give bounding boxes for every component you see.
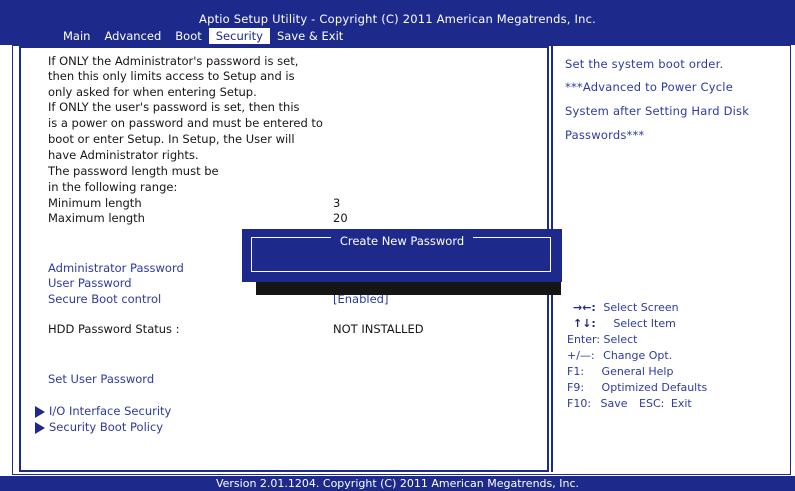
secure-boot-item[interactable]: Secure Boot control (48, 293, 161, 306)
info-line-6: boot or enter Setup. In Setup, the User … (48, 132, 295, 146)
tab-advanced[interactable]: Advanced (97, 28, 168, 44)
admin-password-item[interactable]: Administrator Password (48, 262, 184, 275)
up-down-arrows-icon: ↑↓: (573, 317, 596, 330)
info-line-9: in the following range: (48, 180, 178, 194)
key-help-select-item: ↑↓: Select Item (573, 317, 676, 330)
help-line-4: Passwords*** (565, 128, 645, 142)
hdd-status-label: HDD Password Status : (48, 322, 180, 336)
tab-main[interactable]: Main (56, 28, 97, 44)
dialog-title: Create New Password (330, 234, 474, 248)
max-length-label: Maximum length (48, 211, 145, 225)
tab-security[interactable]: Security (208, 28, 270, 44)
security-boot-policy-label: Security Boot Policy (49, 420, 164, 434)
version-text: Version 2.01.1204. Copyright (C) 2011 Am… (215, 477, 580, 490)
key-help-f10: F10: Save ESC: Exit (567, 397, 692, 410)
max-length-value: 20 (333, 211, 348, 225)
tab-boot[interactable]: Boot (168, 28, 208, 44)
min-length-value: 3 (333, 196, 341, 210)
password-input-box[interactable]: Create New Password (251, 234, 551, 272)
help-line-2: ***Advanced to Power Cycle (565, 80, 733, 94)
info-line-7: have Administrator rights. (48, 148, 199, 162)
set-user-password-item[interactable]: Set User Password (48, 373, 154, 386)
tab-bar: Main Advanced Boot Security Save & Exit (56, 28, 350, 44)
info-line-4: If ONLY the user's password is set, then… (48, 100, 300, 114)
create-password-dialog: Create New Password (242, 229, 562, 282)
info-line-5: is a power on password and must be enter… (48, 116, 323, 130)
help-line-1: Set the system boot order. (565, 57, 724, 71)
key-help-select-screen: →←: Select Screen (573, 301, 679, 314)
tab-save-exit[interactable]: Save & Exit (270, 28, 350, 44)
key-help-f9: F9: Optimized Defaults (567, 381, 708, 394)
user-password-item[interactable]: User Password (48, 277, 132, 290)
io-interface-security-item[interactable]: I/O Interface Security (35, 405, 171, 418)
left-right-arrows-icon: →←: (573, 301, 596, 314)
info-line-1: If ONLY the Administrator's password is … (48, 54, 299, 68)
security-boot-policy-item[interactable]: Security Boot Policy (35, 421, 163, 434)
hdd-status-value: NOT INSTALLED (333, 322, 424, 336)
submenu-arrow-icon (35, 421, 45, 434)
min-length-label: Minimum length (48, 196, 142, 210)
io-interface-security-label: I/O Interface Security (49, 404, 172, 418)
submenu-arrow-icon (35, 405, 45, 418)
info-line-8: The password length must be (48, 164, 219, 178)
info-line-3: only asked for when entering Setup. (48, 85, 257, 99)
bios-screen: Aptio Setup Utility - Copyright (C) 2011… (0, 0, 795, 491)
app-title: Aptio Setup Utility - Copyright (C) 2011… (199, 12, 596, 26)
key-help-f1: F1: General Help (567, 365, 674, 378)
set-master-password-item[interactable]: Set Master Password (48, 357, 167, 370)
info-line-2: then this only limits access to Setup an… (48, 69, 295, 83)
help-line-3: System after Setting Hard Disk (565, 104, 750, 118)
key-help-enter: Enter: Select (567, 333, 638, 346)
key-help-change: +/—: Change Opt. (567, 349, 673, 362)
